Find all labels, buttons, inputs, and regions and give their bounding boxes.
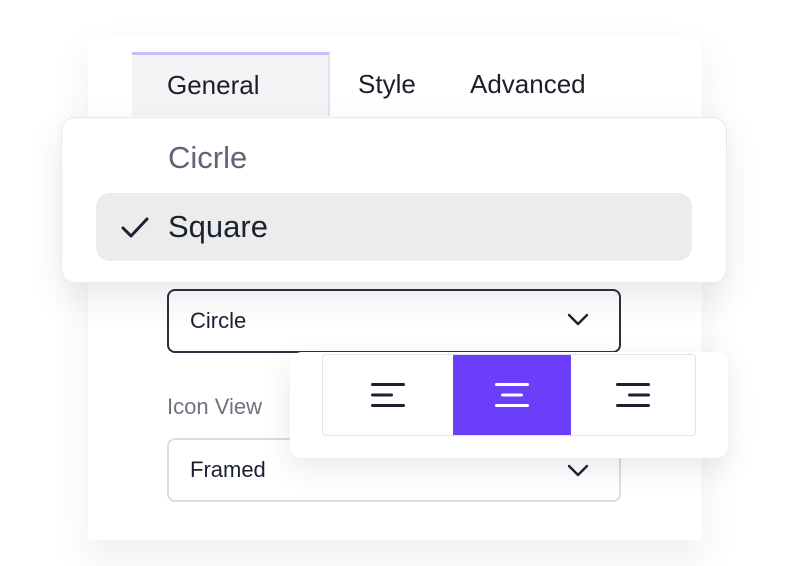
checkmark-icon (121, 217, 149, 238)
tab-general-label: General (167, 70, 260, 100)
shape-select-value: Circle (190, 308, 247, 333)
tab-bar: General Style Advanced (132, 52, 652, 116)
align-left-button[interactable] (323, 355, 453, 435)
shape-select[interactable]: Circle (167, 289, 621, 353)
shape-dropdown-menu: Cicrle Square (61, 117, 727, 283)
align-center-button[interactable] (453, 355, 571, 435)
tab-style-label: Style (358, 68, 416, 99)
menu-option-label: Cicrle (168, 140, 248, 175)
menu-option-label: Square (168, 209, 268, 244)
tab-advanced[interactable]: Advanced (470, 52, 586, 116)
align-center-icon (495, 383, 529, 407)
alignment-button-group (322, 354, 696, 436)
menu-option-circle[interactable]: Cicrle (96, 124, 692, 192)
icon-view-select-value: Framed (190, 457, 266, 482)
chevron-down-icon (567, 313, 589, 326)
chevron-down-icon (567, 464, 589, 477)
tab-advanced-label: Advanced (470, 68, 586, 99)
icon-view-label: Icon View (167, 394, 262, 419)
align-left-icon (371, 383, 405, 407)
align-right-button[interactable] (571, 355, 695, 435)
menu-option-square[interactable]: Square (96, 193, 692, 261)
tab-style[interactable]: Style (358, 52, 416, 116)
align-right-icon (616, 383, 650, 407)
alignment-popup (290, 352, 728, 458)
tab-general[interactable]: General (132, 52, 330, 116)
